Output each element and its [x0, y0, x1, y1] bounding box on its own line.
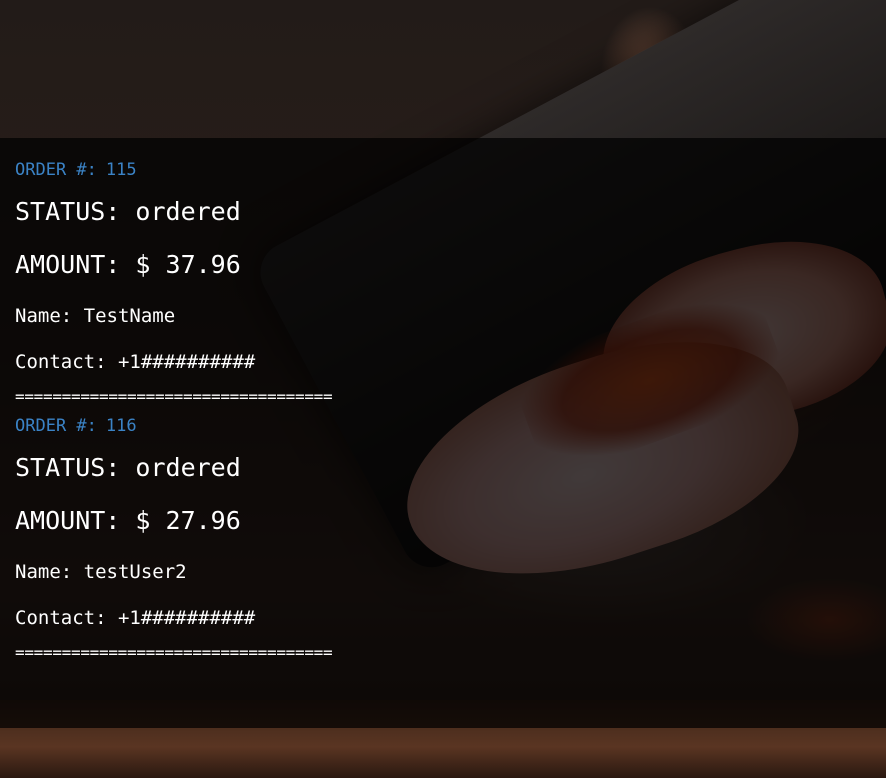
contact-label: Contact: [15, 351, 107, 373]
contact-value: +1########## [117, 607, 256, 629]
contact-value: +1########## [117, 351, 256, 373]
status-label: STATUS: [15, 453, 121, 482]
amount-label: AMOUNT: [15, 506, 121, 535]
customer-name: Name: testUser2 [15, 560, 332, 584]
amount-value: $ 37.96 [135, 250, 241, 279]
order-number-label: ORDER #: [15, 160, 97, 180]
name-value: TestName [83, 305, 176, 327]
status-value: ordered [135, 453, 241, 482]
order-separator: ================================== [15, 643, 333, 662]
customer-name: Name: TestName [15, 304, 332, 328]
name-label: Name: [15, 305, 73, 327]
name-label: Name: [15, 561, 73, 583]
order-amount: AMOUNT: $ 37.96 [15, 250, 332, 280]
order-entry: ORDER #: 116 STATUS: ordered AMOUNT: $ 27… [15, 416, 333, 662]
amount-value: $ 27.96 [135, 506, 241, 535]
contact-label: Contact: [15, 607, 107, 629]
order-separator: ================================== [15, 387, 333, 406]
order-status: STATUS: ordered [15, 453, 332, 483]
name-value: testUser2 [83, 561, 187, 583]
order-number-value: 115 [105, 160, 137, 180]
status-label: STATUS: [15, 197, 121, 226]
order-number: ORDER #: 116 [15, 416, 332, 436]
customer-contact: Contact: +1########## [15, 606, 332, 630]
orders-list: ORDER #: 115 STATUS: ordered AMOUNT: $ 37… [15, 150, 333, 662]
order-number: ORDER #: 115 [15, 160, 332, 180]
order-status: STATUS: ordered [15, 197, 332, 227]
status-value: ordered [135, 197, 241, 226]
order-number-value: 116 [105, 416, 137, 436]
customer-contact: Contact: +1########## [15, 350, 332, 374]
amount-label: AMOUNT: [15, 250, 121, 279]
order-entry: ORDER #: 115 STATUS: ordered AMOUNT: $ 37… [15, 160, 333, 406]
order-number-label: ORDER #: [15, 416, 97, 436]
order-amount: AMOUNT: $ 27.96 [15, 506, 332, 536]
